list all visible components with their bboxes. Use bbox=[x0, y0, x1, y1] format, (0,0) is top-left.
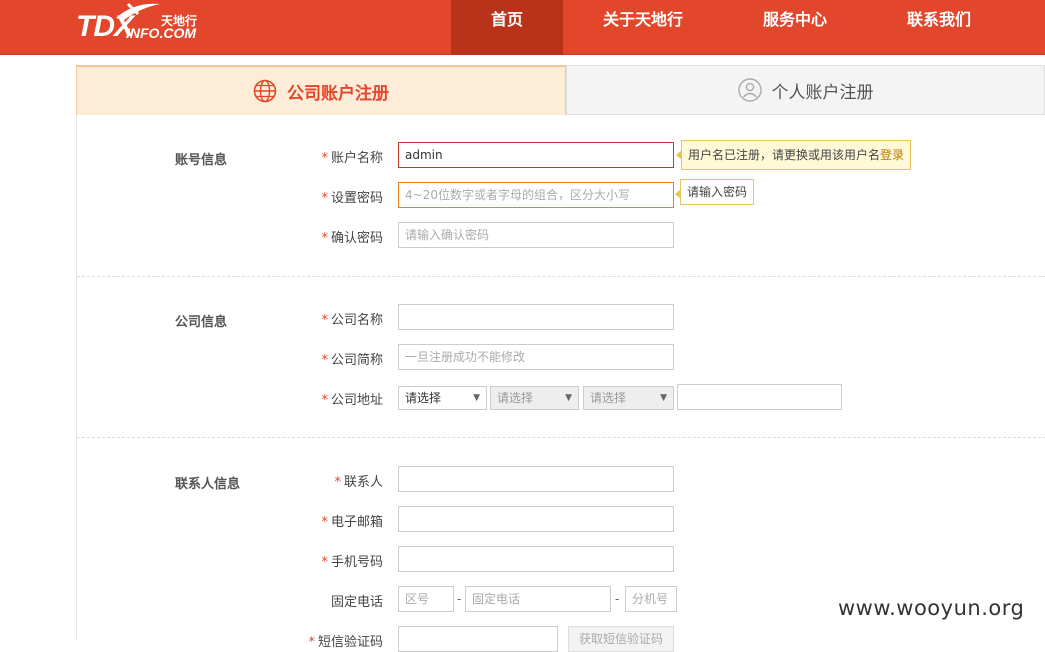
contact-person-input[interactable] bbox=[398, 466, 674, 492]
label-phone: 固定电话 bbox=[330, 595, 383, 610]
city-select[interactable]: 请选择 ▼ bbox=[490, 386, 579, 410]
label-confirm-password: * 确认密码 bbox=[321, 231, 383, 246]
globe-icon bbox=[253, 79, 277, 103]
extension-input[interactable]: 分机号 bbox=[625, 586, 677, 612]
email-input[interactable] bbox=[398, 506, 674, 532]
label-sms-code: * 短信验证码 bbox=[308, 635, 383, 650]
tab-personal-label: 个人账户注册 bbox=[771, 82, 874, 103]
phone-separator: - bbox=[615, 592, 620, 606]
section-divider bbox=[77, 437, 1045, 438]
user-icon bbox=[737, 78, 762, 102]
label-email: * 电子邮箱 bbox=[321, 515, 383, 530]
get-sms-code-button[interactable]: 获取短信验证码 bbox=[568, 626, 675, 652]
company-short-input[interactable]: 一旦注册成功不能修改 bbox=[398, 344, 674, 370]
top-header: TDX INFO.COM 天地行 首页 关于天地行 服务中心 联系我们 bbox=[0, 0, 1045, 55]
section-title-contact: 联系人信息 bbox=[175, 477, 241, 492]
account-name-error-tip: 用户名已注册，请更换或用该用户名登录 bbox=[675, 140, 912, 170]
logo-cn-text: 天地行 bbox=[161, 14, 198, 28]
logo[interactable]: TDX INFO.COM 天地行 bbox=[76, 2, 206, 44]
watermark: www.wooyun.org bbox=[838, 596, 1025, 620]
password-hint-tip: 请输入密码 bbox=[674, 179, 755, 205]
nav-item-about[interactable]: 关于天地行 bbox=[563, 0, 723, 55]
section-divider bbox=[77, 276, 1045, 277]
sms-code-input[interactable] bbox=[398, 626, 558, 652]
tab-company-register[interactable]: 公司账户注册 bbox=[76, 65, 566, 115]
phone-number-input[interactable]: 固定电话 bbox=[465, 586, 611, 612]
phone-separator: - bbox=[457, 592, 462, 606]
label-password: * 设置密码 bbox=[321, 191, 383, 206]
nav-item-service[interactable]: 服务中心 bbox=[723, 0, 867, 55]
dropdown-arrow-icon: ▼ bbox=[660, 393, 667, 403]
section-title-account: 账号信息 bbox=[175, 153, 228, 168]
required-mark: * bbox=[321, 151, 328, 166]
label-account-name: * 账户名称 bbox=[321, 151, 383, 166]
registration-form: 账号信息 * 账户名称 admin 用户名已注册，请更换或用该用户名登录 * 设置密… bbox=[76, 115, 1045, 652]
dropdown-arrow-icon: ▼ bbox=[473, 393, 480, 403]
registration-tabs: 公司账户注册 个人账户注册 bbox=[76, 65, 1045, 115]
login-link[interactable]: 登录 bbox=[880, 148, 904, 162]
area-code-input[interactable]: 区号 bbox=[398, 586, 454, 612]
label-contact-person: * 联系人 bbox=[334, 475, 383, 490]
company-name-input[interactable] bbox=[398, 304, 674, 330]
mobile-input[interactable] bbox=[398, 546, 674, 572]
nav-item-home[interactable]: 首页 bbox=[451, 0, 563, 55]
province-select[interactable]: 请选择 ▼ bbox=[398, 386, 487, 410]
tab-personal-register[interactable]: 个人账户注册 bbox=[566, 65, 1045, 115]
address-detail-input[interactable] bbox=[677, 384, 842, 410]
confirm-password-input[interactable]: 请输入确认密码 bbox=[398, 222, 674, 248]
label-company-address: * 公司地址 bbox=[321, 393, 383, 408]
label-company-short: * 公司简称 bbox=[321, 353, 383, 368]
account-name-input[interactable]: admin bbox=[398, 142, 674, 168]
district-select[interactable]: 请选择 ▼ bbox=[583, 386, 674, 410]
label-mobile: * 手机号码 bbox=[321, 555, 383, 570]
password-input[interactable]: 4~20位数字或者字母的组合，区分大小写 bbox=[398, 182, 674, 208]
label-company-name: * 公司名称 bbox=[321, 313, 383, 328]
logo-text: TDX bbox=[76, 10, 134, 43]
section-title-company: 公司信息 bbox=[175, 315, 228, 330]
main-nav: 首页 关于天地行 服务中心 联系我们 bbox=[451, 0, 1011, 55]
dropdown-arrow-icon: ▼ bbox=[565, 393, 572, 403]
tab-company-label: 公司账户注册 bbox=[287, 83, 389, 104]
nav-item-contact[interactable]: 联系我们 bbox=[867, 0, 1011, 55]
